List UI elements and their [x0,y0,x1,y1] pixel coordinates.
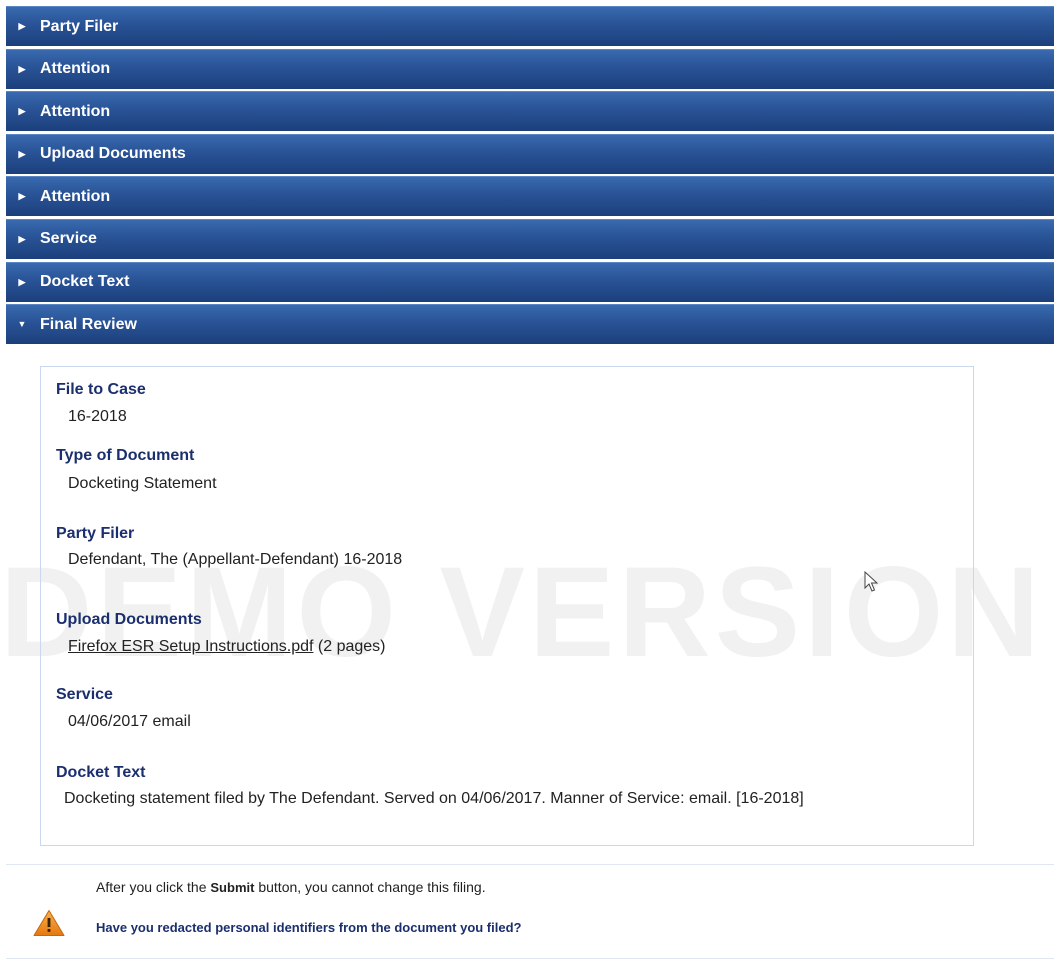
section-header-upload-documents[interactable]: ▶ Upload Documents [6,133,1054,174]
section-header-attention-3[interactable]: ▶ Attention [6,176,1054,217]
section-label: Upload Documents [40,145,186,163]
final-review-panel [40,366,974,846]
section-label: Party Filer [40,17,119,35]
caret-right-icon: ▶ [18,21,26,31]
section-header-docket-text[interactable]: ▶ Docket Text [6,261,1054,302]
docket-text-value: Docketing statement filed by The Defenda… [64,790,804,807]
document-page-count: (2 pages) [313,638,386,655]
party-filer-label: Party Filer [56,525,135,542]
type-of-document-label: Type of Document [56,447,195,464]
section-label: Attention [40,102,111,120]
upload-documents-label: Upload Documents [56,611,202,628]
notice-submit-word: Submit [210,880,255,895]
notice-suffix: button, you cannot change this filing. [254,879,486,895]
file-to-case-value: 16-2018 [68,408,127,425]
mouse-cursor-icon [864,571,878,592]
docket-text-label: Docket Text [56,764,146,781]
caret-right-icon: ▶ [18,191,26,202]
section-label: Docket Text [40,273,130,291]
caret-right-icon: ▶ [18,63,26,74]
section-header-party-filer[interactable]: ▶ Party Filer [6,6,1054,46]
document-link[interactable]: Firefox ESR Setup Instructions.pdf [68,638,313,655]
page: ▶ Party Filer ▶ Attention ▶ Attention ▶ … [0,0,1054,963]
file-to-case-label: File to Case [56,381,146,398]
service-value: 04/06/2017 email [68,713,191,730]
divider-top [6,864,1054,865]
caret-right-icon: ▶ [18,276,26,287]
divider-bottom [6,958,1054,959]
section-header-service[interactable]: ▶ Service [6,218,1054,259]
section-label: Attention [40,60,111,78]
section-header-final-review[interactable]: ▼ Final Review [6,304,1054,345]
upload-documents-value: Firefox ESR Setup Instructions.pdf (2 pa… [68,638,386,656]
caret-right-icon: ▶ [18,106,26,117]
section-label: Service [40,230,97,248]
submit-notice: After you click the Submit button, you c… [96,879,486,895]
caret-right-icon: ▶ [18,233,26,244]
section-header-attention-2[interactable]: ▶ Attention [6,91,1054,132]
redaction-question: Have you redacted personal identifiers f… [96,920,522,935]
section-header-attention-1[interactable]: ▶ Attention [6,48,1054,89]
type-of-document-value: Docketing Statement [68,475,217,492]
section-label: Final Review [40,315,137,333]
section-label: Attention [40,187,111,205]
caret-right-icon: ▶ [18,148,26,159]
party-filer-value: Defendant, The (Appellant-Defendant) 16-… [68,551,403,568]
caret-down-icon: ▼ [17,319,27,330]
notice-prefix: After you click the [96,879,211,895]
service-label: Service [56,686,113,703]
warning-icon [33,910,65,936]
filing-accordion: ▶ Party Filer ▶ Attention ▶ Attention ▶ … [6,6,1054,345]
